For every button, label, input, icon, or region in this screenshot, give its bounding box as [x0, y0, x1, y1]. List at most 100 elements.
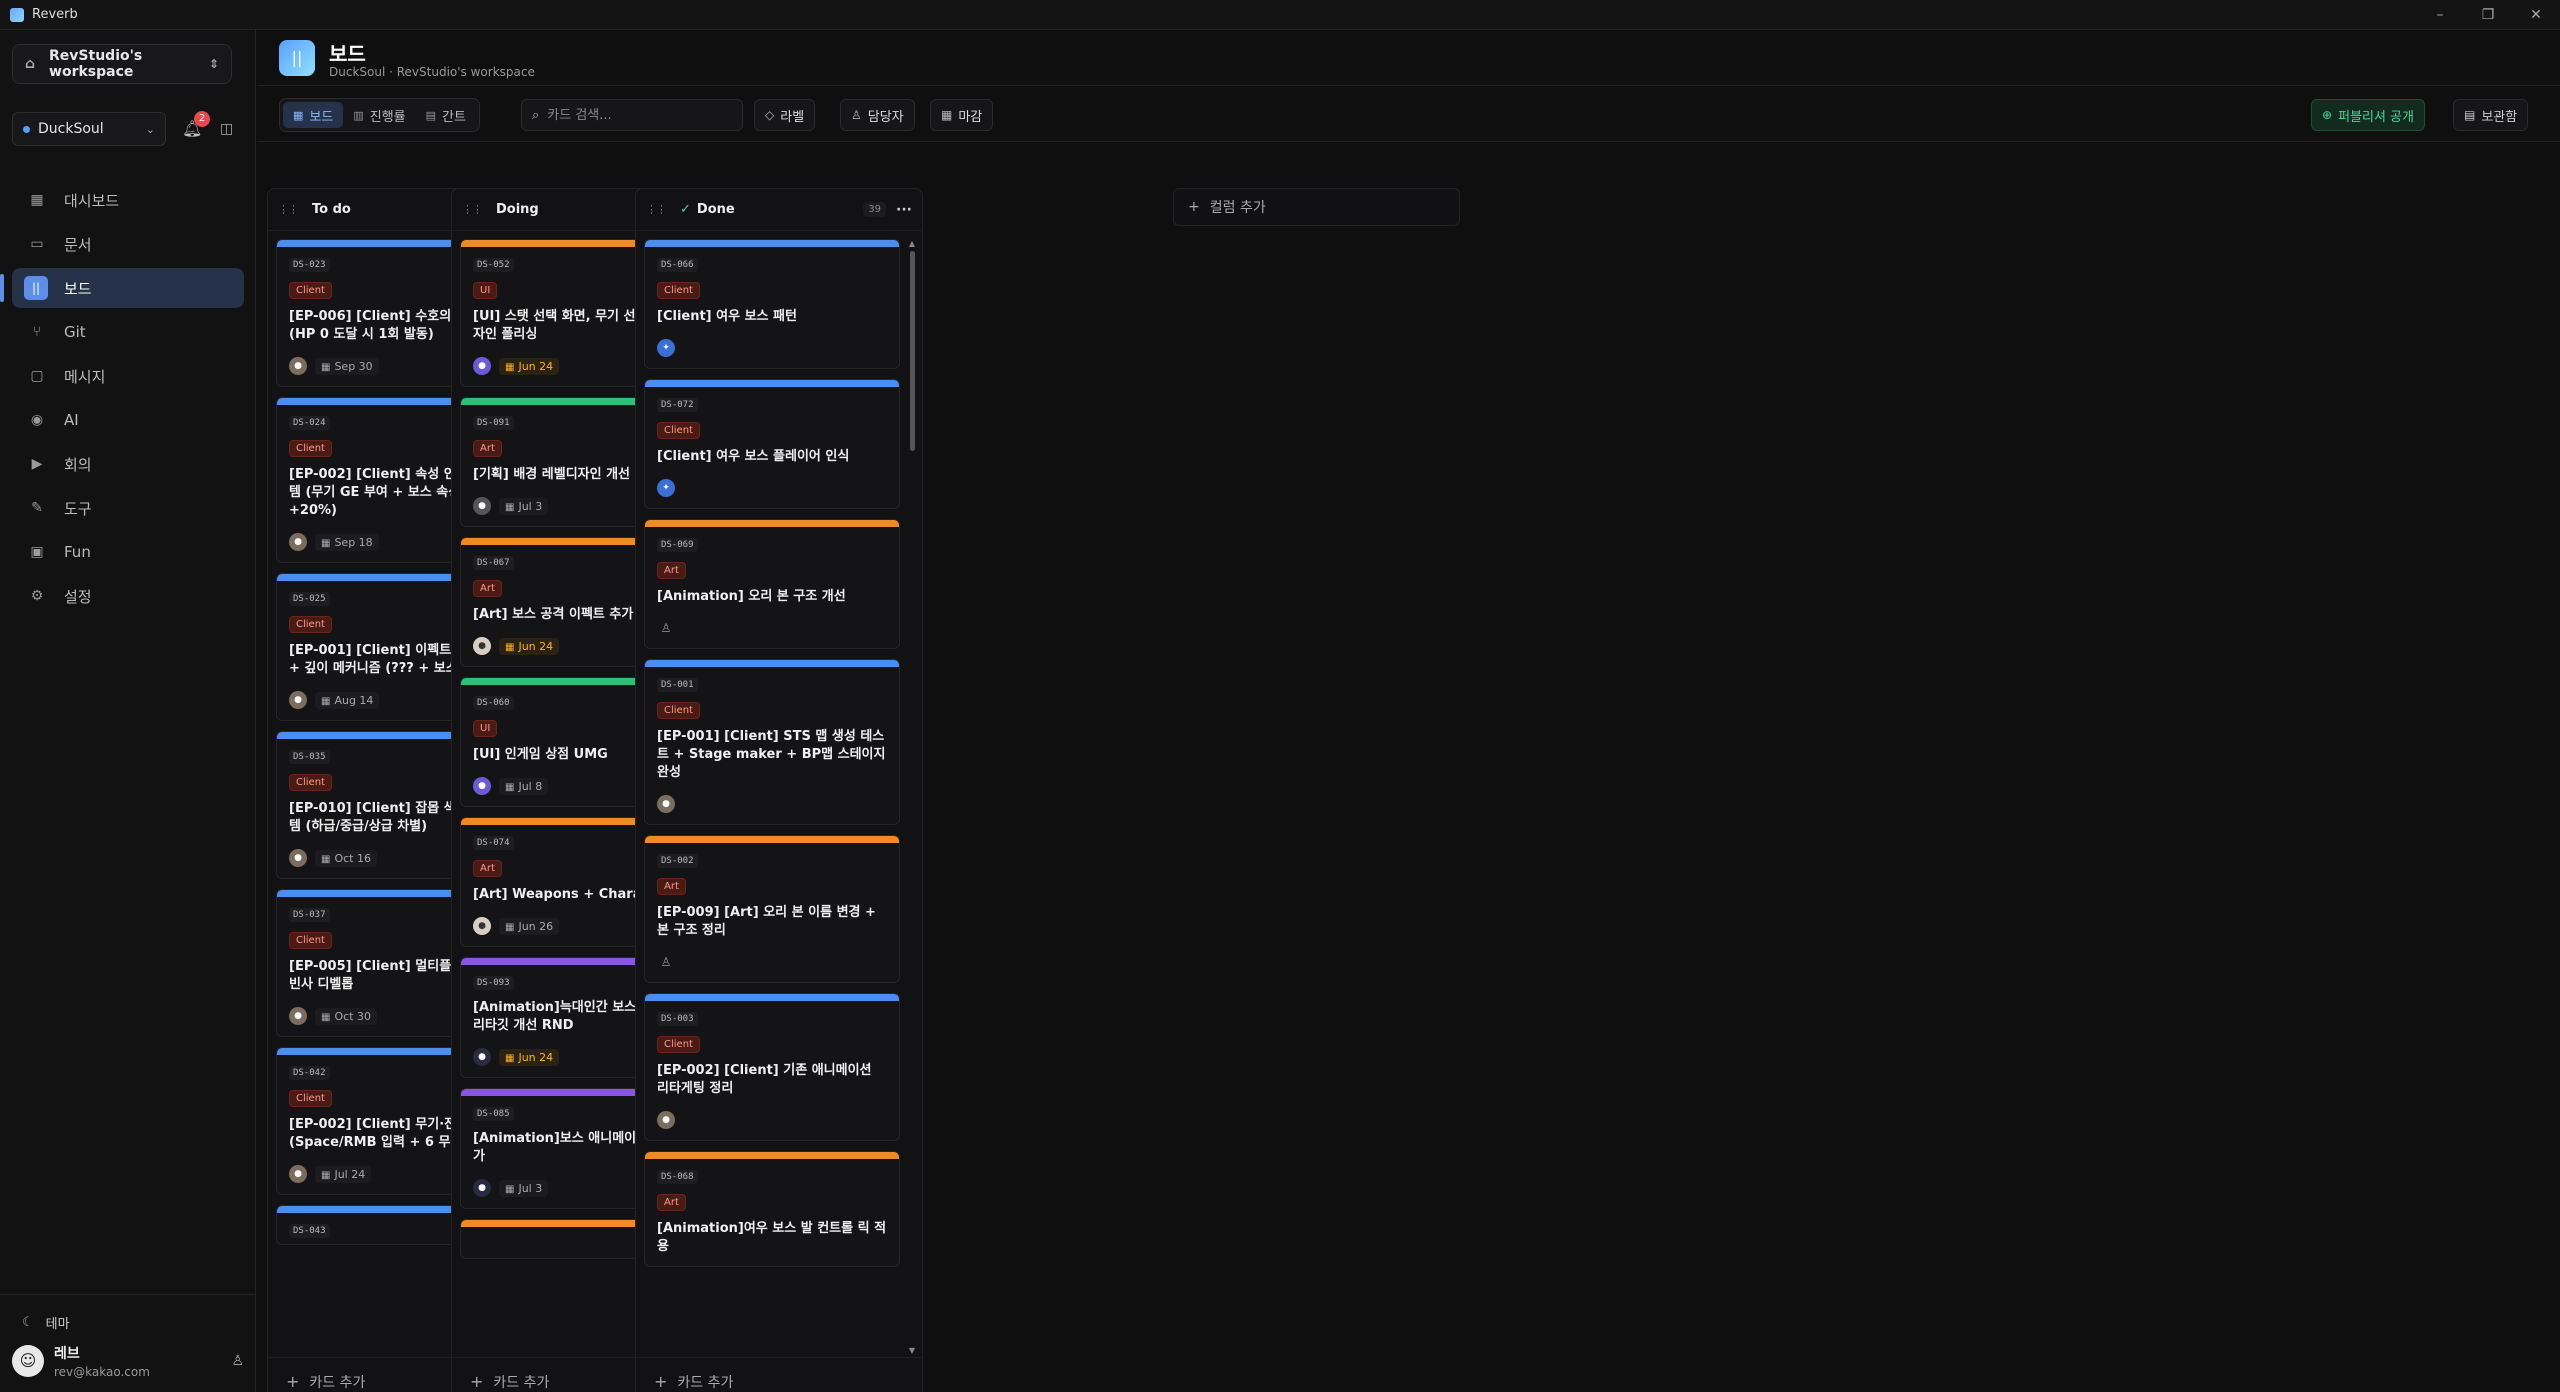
- drag-handle-icon[interactable]: ⋮⋮: [646, 203, 667, 216]
- due-date-text: Jun 24: [518, 639, 554, 653]
- app-title: Reverb: [32, 7, 78, 22]
- sidebar-item-7[interactable]: ✎ 도구: [12, 488, 244, 528]
- assignee-avatar: ●: [473, 357, 491, 375]
- assignee-avatar: ●: [473, 917, 491, 935]
- plus-icon: +: [654, 1372, 668, 1391]
- card-color-bar: [645, 1152, 899, 1159]
- sidebar-item-5[interactable]: ◉ AI: [12, 400, 244, 440]
- tab-view-2[interactable]: ▤ 간트: [416, 102, 476, 128]
- view-tab-label: 보드: [309, 109, 334, 125]
- theme-toggle[interactable]: ☾ 테마: [22, 1313, 70, 1332]
- scroll-up-icon[interactable]: ▲: [908, 239, 916, 248]
- board-column: ⋮⋮ ✓ Done 39 ··· DS-066 Client [Client] 여우 보스 패…: [635, 188, 923, 1392]
- user-profile[interactable]: ☺ 레브 rev@kakao.com ♙: [12, 1343, 244, 1379]
- sidebar: ⌂ RevStudio's workspace ⇕ DuckSoul ⌄ 🔔︎ …: [0, 30, 256, 1392]
- scrollbar[interactable]: ▲▼: [908, 239, 916, 1355]
- sidebar-item-4[interactable]: ▢ 메시지: [12, 356, 244, 396]
- sidebar-item-3[interactable]: ⑂ Git: [12, 312, 244, 352]
- due-date-text: Jul 24: [334, 1167, 366, 1181]
- card-label-tag: UI: [473, 720, 498, 737]
- due-filter-label: 마감: [958, 109, 983, 125]
- sidebar-item-2[interactable]: || 보드: [0, 268, 244, 308]
- card-id: DS-060: [473, 696, 514, 710]
- person-icon[interactable]: ♙: [231, 1353, 244, 1369]
- card-meta: ✦: [657, 338, 887, 358]
- tab-view-1[interactable]: ▥ 진행률: [343, 102, 415, 128]
- project-selector[interactable]: DuckSoul ⌄: [12, 112, 166, 146]
- card-label-tag: Art: [473, 860, 502, 877]
- view-tab-label: 진행률: [369, 109, 406, 125]
- globe-icon: ⊕: [2322, 108, 2333, 122]
- project-name: DuckSoul: [38, 121, 104, 137]
- due-date-badge: ▦ Jul 24: [315, 1165, 372, 1183]
- due-date-badge: ▦ Jul 8: [499, 777, 549, 795]
- kanban-card[interactable]: DS-072 Client [Client] 여우 보스 플레이어 인식 ✦: [644, 379, 900, 509]
- search-input[interactable]: [547, 107, 718, 123]
- column-count: 39: [863, 202, 887, 217]
- label-filter-button[interactable]: ◇ 라벨: [754, 99, 816, 131]
- kanban-card[interactable]: DS-068 Art [Animation]여우 보스 발 컨트롤 릭 적용: [644, 1151, 900, 1267]
- sidebar-item-8[interactable]: ▣ Fun: [12, 532, 244, 572]
- sidebar-toggle-icon[interactable]: ◫: [220, 121, 233, 137]
- sidebar-item-6[interactable]: ▶ 회의: [12, 444, 244, 484]
- page-header: || 보드 DuckSoul · RevStudio's workspace: [257, 30, 2560, 86]
- card-color-bar: [645, 520, 899, 527]
- card-id: DS-024: [289, 416, 330, 430]
- archive-label: 보관함: [2481, 109, 2518, 125]
- card-id: DS-025: [289, 592, 330, 606]
- kanban-card[interactable]: DS-001 Client [EP-001] [Client] STS 맵 생성 테…: [644, 659, 900, 825]
- scrollbar-thumb[interactable]: [910, 251, 915, 451]
- sidebar-item-1[interactable]: ▭ 문서: [12, 224, 244, 264]
- archive-button[interactable]: ▤ 보관함: [2453, 99, 2529, 131]
- view-tab-icon: ▥: [353, 108, 364, 122]
- due-date-badge: ▦ Oct 16: [315, 849, 377, 867]
- add-column-button[interactable]: + 컬럼 추가: [1173, 188, 1460, 226]
- kanban-card[interactable]: DS-066 Client [Client] 여우 보스 패턴 ✦: [644, 239, 900, 369]
- card-meta: ✦: [657, 478, 887, 498]
- card-label-tag: Client: [289, 1090, 332, 1107]
- drag-handle-icon[interactable]: ⋮⋮: [462, 203, 483, 216]
- minimize-button[interactable]: –: [2416, 0, 2464, 30]
- card-id: DS-072: [657, 398, 698, 412]
- due-filter-button[interactable]: ▦ 마감: [930, 99, 994, 131]
- kanban-card[interactable]: DS-069 Art [Animation] 오리 본 구조 개선 ♙: [644, 519, 900, 649]
- user-email: rev@kakao.com: [54, 1365, 150, 1379]
- due-date-badge: ▦ Sep 18: [315, 533, 379, 551]
- notification-badge: 2: [194, 111, 210, 127]
- drag-handle-icon[interactable]: ⋮⋮: [278, 203, 299, 216]
- close-button[interactable]: ✕: [2512, 0, 2560, 30]
- add-card-button[interactable]: + 카드 추가: [636, 1357, 922, 1392]
- card-search[interactable]: ⌕: [521, 99, 743, 131]
- scroll-down-icon[interactable]: ▼: [908, 1346, 916, 1355]
- card-id: DS-068: [657, 1170, 698, 1184]
- due-date-text: Jul 3: [518, 499, 543, 513]
- card-title: [Animation] 오리 본 구조 개선: [657, 589, 846, 604]
- sidebar-item-0[interactable]: ▦ 대시보드: [12, 180, 244, 220]
- card-id: DS-085: [473, 1107, 514, 1121]
- card-label-tag: Art: [657, 1194, 686, 1211]
- card-label-tag: Art: [657, 562, 686, 579]
- calendar-icon: ▦: [321, 537, 331, 549]
- assignee-avatar: ●: [289, 533, 307, 551]
- card-label-tag: Client: [289, 616, 332, 633]
- kanban-card[interactable]: DS-003 Client [EP-002] [Client] 기존 애니메이션 리…: [644, 993, 900, 1141]
- card-color-bar: [645, 240, 899, 247]
- assignee-filter-button[interactable]: ♙ 담당자: [840, 99, 915, 131]
- kanban-card[interactable]: DS-002 Art [EP-009] [Art] 오리 본 이름 변경 + 본 구…: [644, 835, 900, 983]
- assignee-avatar: ●: [289, 1165, 307, 1183]
- sidebar-item-9[interactable]: ⚙ 설정: [12, 576, 244, 616]
- notification-bell-icon[interactable]: 🔔︎ 2: [182, 111, 210, 139]
- board-icon: ||: [279, 40, 315, 76]
- column-title: Doing: [496, 202, 539, 217]
- tab-view-0[interactable]: ▦ 보드: [283, 102, 344, 128]
- publish-button[interactable]: ⊕ 퍼블리셔 공개: [2311, 99, 2425, 131]
- card-label-tag: Art: [473, 580, 502, 597]
- workspace-selector[interactable]: ⌂ RevStudio's workspace ⇕: [12, 44, 232, 84]
- calendar-icon: ▦: [505, 1183, 515, 1195]
- column-title: Done: [696, 202, 735, 217]
- assignee-avatar: ✦: [657, 479, 675, 497]
- page-subtitle: DuckSoul · RevStudio's workspace: [329, 65, 535, 79]
- more-options-icon[interactable]: ···: [896, 202, 912, 218]
- due-date-text: Sep 30: [334, 359, 373, 373]
- restore-button[interactable]: ❐: [2464, 0, 2512, 30]
